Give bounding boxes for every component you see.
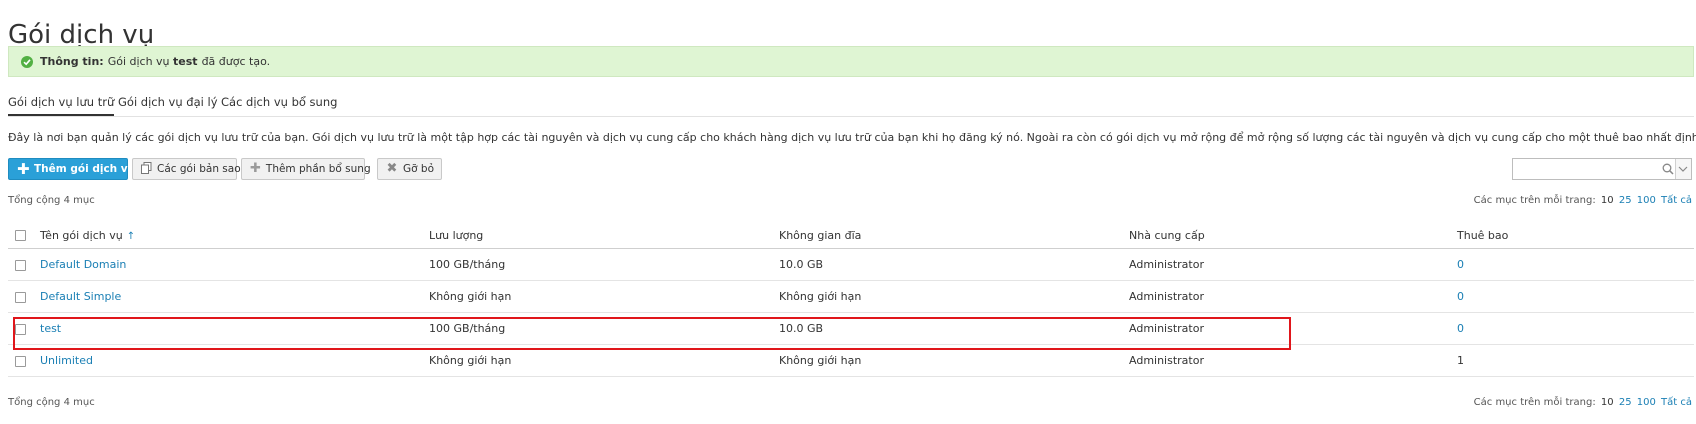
message-text-before: Gói dịch vụ — [107, 55, 170, 68]
chevron-down-icon[interactable] — [1674, 159, 1691, 179]
row-checkbox[interactable] — [15, 291, 26, 303]
provider-cell: Administrator — [1129, 248, 1457, 281]
copy-plans-button[interactable]: Các gói bản sao — [132, 158, 241, 180]
search-input[interactable] — [1513, 159, 1661, 179]
per-page-all[interactable]: Tất cả — [1661, 195, 1692, 206]
tab-hosting-plans[interactable]: Gói dịch vụ lưu trữ — [8, 94, 115, 116]
traffic-cell: 100 GB/tháng — [429, 248, 779, 281]
per-page-label: Các mục trên mỗi trang: — [1473, 195, 1596, 206]
per-page-bottom: Các mục trên mỗi trang: 10 25 100 Tất cả — [1474, 397, 1692, 408]
plan-name-link[interactable]: Default Simple — [40, 290, 121, 303]
add-plan-button[interactable]: ✚ Thêm gói dịch vụ — [8, 158, 135, 180]
column-name[interactable]: Tên gói dịch vụ ↑ — [40, 222, 429, 249]
traffic-cell: Không giới hạn — [429, 280, 779, 313]
provider-cell: Administrator — [1129, 280, 1457, 313]
plan-name-link[interactable]: Unlimited — [40, 354, 93, 367]
table-row: Default Simple Không giới hạn Không giới… — [8, 280, 1694, 313]
per-page-100[interactable]: 100 — [1637, 195, 1656, 206]
subscriptions-link[interactable]: 0 — [1457, 258, 1464, 271]
tab-bar: Gói dịch vụ lưu trữ Gói dịch vụ đại lý C… — [8, 94, 1694, 117]
table-row: Unlimited Không giới hạn Không giới hạn … — [8, 344, 1694, 377]
plan-name-link[interactable]: test — [40, 322, 61, 335]
add-addon-label: Thêm phần bổ sung — [265, 163, 371, 175]
success-message: Thông tin: Gói dịch vụ test đã được tạo. — [8, 46, 1694, 77]
per-page-10[interactable]: 10 — [1601, 397, 1614, 408]
message-label: Thông tin: — [40, 55, 104, 68]
total-count-bottom: Tổng cộng 4 mục — [8, 397, 95, 408]
subscriptions-link[interactable]: 0 — [1457, 290, 1464, 303]
column-subscriptions: Thuê bao — [1457, 222, 1694, 249]
addon-icon: ✚ — [250, 161, 261, 176]
table-row: Default Domain 100 GB/tháng 10.0 GB Admi… — [8, 248, 1694, 281]
column-provider: Nhà cung cấp — [1129, 222, 1457, 249]
sort-ascending-icon: ↑ — [126, 230, 136, 242]
per-page-all[interactable]: Tất cả — [1661, 397, 1692, 408]
message-text-after: đã được tạo. — [201, 55, 271, 68]
per-page-100[interactable]: 100 — [1637, 397, 1656, 408]
disk-cell: 10.0 GB — [779, 248, 1129, 281]
per-page-25[interactable]: 25 — [1619, 397, 1632, 408]
tab-addons[interactable]: Các dịch vụ bổ sung — [221, 94, 337, 110]
remove-icon: ✖ — [386, 161, 398, 176]
copy-plans-label: Các gói bản sao — [157, 163, 241, 175]
plans-table: Tên gói dịch vụ ↑ Lưu lượng Không gian đĩ… — [8, 222, 1694, 377]
remove-label: Gỡ bỏ — [403, 163, 434, 175]
check-circle-icon — [21, 55, 33, 68]
row-checkbox[interactable] — [15, 355, 26, 367]
add-addon-button[interactable]: ✚ Thêm phần bổ sung — [241, 158, 371, 180]
copy-icon — [141, 161, 152, 177]
disk-cell: Không giới hạn — [779, 344, 1129, 377]
provider-cell: Administrator — [1129, 344, 1457, 377]
page-description: Đây là nơi bạn quản lý các gói dịch vụ l… — [8, 131, 1696, 144]
traffic-cell: 100 GB/tháng — [429, 312, 779, 345]
table-header: Tên gói dịch vụ ↑ Lưu lượng Không gian đĩ… — [8, 222, 1694, 249]
plus-icon: ✚ — [17, 160, 30, 178]
plan-name-link[interactable]: Default Domain — [40, 258, 126, 271]
search-box — [1512, 158, 1692, 180]
page: Gói dịch vụ Thông tin: Gói dịch vụ test đ… — [0, 0, 1696, 424]
search-icon[interactable] — [1661, 159, 1675, 179]
tab-reseller-plans[interactable]: Gói dịch vụ đại lý — [118, 94, 218, 110]
traffic-cell: Không giới hạn — [429, 344, 779, 377]
per-page-10[interactable]: 10 — [1601, 195, 1614, 206]
per-page-top: Các mục trên mỗi trang: 10 25 100 Tất cả — [1474, 195, 1692, 206]
add-plan-label: Thêm gói dịch vụ — [34, 163, 136, 175]
subscriptions-link[interactable]: 0 — [1457, 322, 1464, 335]
per-page-25[interactable]: 25 — [1619, 195, 1632, 206]
row-checkbox[interactable] — [15, 323, 26, 335]
select-all-checkbox[interactable] — [15, 230, 26, 241]
message-name: test — [173, 55, 198, 68]
disk-cell: Không giới hạn — [779, 280, 1129, 313]
table-row: test 100 GB/tháng 10.0 GB Administrator … — [8, 312, 1694, 345]
total-count-top: Tổng cộng 4 mục — [8, 195, 95, 206]
column-disk-space: Không gian đĩa — [779, 222, 1129, 249]
disk-cell: 10.0 GB — [779, 312, 1129, 345]
row-checkbox[interactable] — [15, 259, 26, 271]
provider-cell: Administrator — [1129, 312, 1457, 345]
subscriptions-count: 1 — [1457, 344, 1694, 377]
remove-button[interactable]: ✖ Gỡ bỏ — [377, 158, 442, 180]
per-page-label: Các mục trên mỗi trang: — [1473, 397, 1596, 408]
column-traffic: Lưu lượng — [429, 222, 779, 249]
